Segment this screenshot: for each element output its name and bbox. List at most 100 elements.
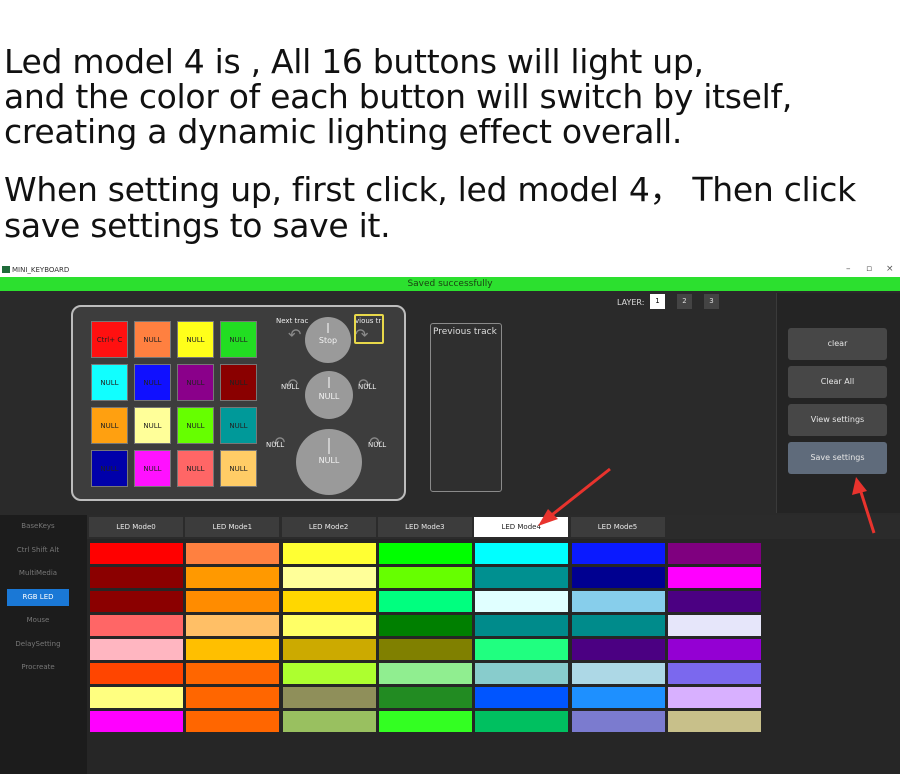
color-swatch[interactable] [667, 663, 761, 684]
color-swatch[interactable] [186, 711, 280, 732]
macro-key[interactable]: NULL [177, 321, 214, 358]
color-swatch[interactable] [282, 567, 376, 588]
color-swatch[interactable] [571, 567, 665, 588]
macro-key[interactable]: NULL [177, 407, 214, 444]
restore-button[interactable]: ▫ [866, 264, 872, 274]
color-swatch[interactable] [378, 615, 472, 636]
color-swatch[interactable] [667, 639, 761, 660]
color-swatch[interactable] [475, 567, 569, 588]
macro-key[interactable]: NULL [220, 450, 257, 487]
macro-key[interactable]: NULL [220, 364, 257, 401]
color-swatch[interactable] [571, 615, 665, 636]
view-settings-button[interactable]: View settings [788, 404, 887, 436]
sidebar-item[interactable]: DelaySetting [7, 636, 69, 653]
macro-key[interactable]: NULL [134, 364, 171, 401]
sidebar-item[interactable]: Procreate [7, 659, 69, 676]
color-swatch[interactable] [186, 615, 280, 636]
sidebar-item[interactable]: MultiMedia [7, 565, 69, 582]
color-swatch[interactable] [90, 687, 183, 708]
knob-bottom-right-label[interactable]: NULL [368, 441, 386, 449]
color-swatch[interactable] [282, 687, 376, 708]
knob-bottom-left-label[interactable]: NULL [266, 441, 284, 449]
knob-top[interactable]: Stop [305, 317, 351, 363]
color-swatch[interactable] [378, 711, 472, 732]
macro-key[interactable]: NULL [177, 364, 214, 401]
color-swatch[interactable] [475, 711, 569, 732]
layer-button-1[interactable]: 1 [650, 294, 665, 309]
color-swatch[interactable] [475, 663, 569, 684]
color-swatch[interactable] [475, 591, 569, 612]
color-swatch[interactable] [90, 567, 183, 588]
color-swatch[interactable] [667, 615, 761, 636]
color-swatch[interactable] [90, 663, 183, 684]
macro-key[interactable]: NULL [134, 321, 171, 358]
color-swatch[interactable] [378, 591, 472, 612]
color-swatch[interactable] [90, 591, 183, 612]
color-swatch[interactable] [475, 543, 569, 564]
led-mode-tab[interactable]: LED Mode0 [89, 517, 183, 537]
knob-middle-left-label[interactable]: NULL [281, 383, 299, 391]
color-swatch[interactable] [282, 663, 376, 684]
color-swatch[interactable] [378, 639, 472, 660]
color-swatch[interactable] [475, 687, 569, 708]
knob-bottom[interactable]: NULL [296, 429, 362, 495]
color-swatch[interactable] [378, 663, 472, 684]
color-swatch[interactable] [282, 711, 376, 732]
led-mode-tab[interactable]: LED Mode2 [281, 517, 376, 537]
macro-key[interactable]: NULL [134, 407, 171, 444]
macro-key[interactable]: NULL [134, 450, 171, 487]
led-mode-tab[interactable]: LED Mode3 [377, 517, 472, 537]
sidebar-item[interactable]: RGB LED [7, 588, 69, 606]
color-swatch[interactable] [378, 567, 472, 588]
sidebar-item[interactable]: Mouse [7, 612, 69, 629]
color-swatch[interactable] [282, 591, 376, 612]
knob-middle-right-label[interactable]: NULL [358, 383, 376, 391]
color-swatch[interactable] [90, 639, 183, 660]
color-swatch[interactable] [186, 663, 280, 684]
color-swatch[interactable] [475, 615, 569, 636]
save-settings-button[interactable]: Save settings [788, 442, 887, 474]
color-swatch[interactable] [571, 663, 665, 684]
color-swatch[interactable] [571, 591, 665, 612]
macro-key[interactable]: NULL [91, 450, 128, 487]
color-swatch[interactable] [282, 639, 376, 660]
layer-button-2[interactable]: 2 [677, 294, 692, 309]
color-swatch[interactable] [90, 615, 183, 636]
color-swatch[interactable] [186, 591, 280, 612]
minimize-button[interactable]: – [846, 264, 851, 274]
color-swatch[interactable] [667, 687, 761, 708]
color-swatch[interactable] [667, 591, 761, 612]
led-mode-tab[interactable]: LED Mode1 [185, 517, 280, 537]
color-swatch[interactable] [186, 567, 280, 588]
macro-key[interactable]: NULL [220, 321, 257, 358]
macro-key[interactable]: NULL [91, 407, 128, 444]
clear-all-button[interactable]: Clear All [788, 366, 887, 398]
layer-button-3[interactable]: 3 [704, 294, 719, 309]
macro-key[interactable]: Ctrl+ C [91, 321, 128, 358]
sidebar-item[interactable]: Ctrl Shift Alt [7, 542, 69, 559]
macro-key[interactable]: NULL [91, 364, 128, 401]
color-swatch[interactable] [378, 543, 472, 564]
color-swatch[interactable] [186, 639, 280, 660]
macro-key[interactable]: NULL [177, 450, 214, 487]
color-swatch[interactable] [571, 543, 665, 564]
color-swatch[interactable] [282, 615, 376, 636]
color-swatch[interactable] [667, 711, 761, 732]
color-swatch[interactable] [378, 687, 472, 708]
sidebar-item[interactable]: BaseKeys [7, 518, 69, 535]
color-swatch[interactable] [667, 567, 761, 588]
color-swatch[interactable] [90, 711, 183, 732]
clear-button[interactable]: clear [788, 328, 887, 360]
knob-top-left-label[interactable]: Next trac [276, 317, 308, 325]
color-swatch[interactable] [667, 543, 761, 564]
color-swatch[interactable] [282, 543, 376, 564]
color-swatch[interactable] [571, 711, 665, 732]
color-swatch[interactable] [90, 543, 183, 564]
color-swatch[interactable] [186, 543, 280, 564]
color-swatch[interactable] [571, 639, 665, 660]
macro-key[interactable]: NULL [220, 407, 257, 444]
color-swatch[interactable] [186, 687, 280, 708]
color-swatch[interactable] [475, 639, 569, 660]
close-button[interactable]: × [886, 264, 894, 274]
color-swatch[interactable] [571, 687, 665, 708]
